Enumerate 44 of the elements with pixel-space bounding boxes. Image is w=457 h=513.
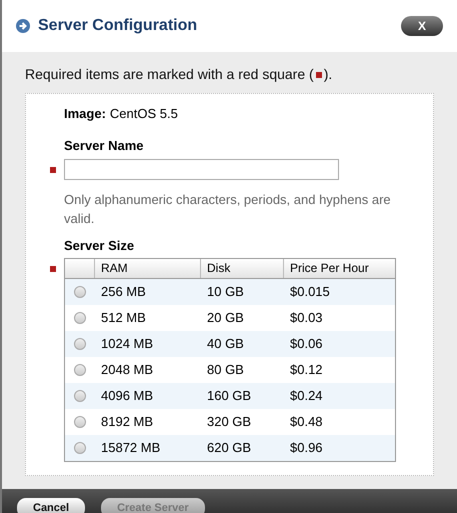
image-value: CentOS 5.5 bbox=[110, 105, 178, 123]
table-cell-text: 80 GB bbox=[206, 360, 245, 379]
radio-button[interactable] bbox=[74, 390, 86, 402]
dialog-title: Server Configuration bbox=[38, 16, 198, 36]
dialog-button[interactable]: Cancel bbox=[17, 498, 86, 513]
legend-text: Required items are marked with a red square ( bbox=[25, 65, 314, 84]
column-header: Disk bbox=[201, 258, 284, 278]
table-cell-text: 256 MB bbox=[100, 282, 147, 301]
table-cell-text: $0.24 bbox=[289, 386, 324, 405]
radio-button[interactable] bbox=[74, 312, 86, 324]
table-cell-text: 40 GB bbox=[206, 334, 245, 353]
table-cell-text: 2048 MB bbox=[100, 360, 154, 379]
table-cell-text: $0.015 bbox=[289, 282, 331, 301]
field-label: Server Size bbox=[64, 237, 134, 255]
table-cell-text: 512 MB bbox=[100, 308, 147, 327]
column-header: Price Per Hour bbox=[289, 260, 370, 277]
radio-button[interactable] bbox=[74, 442, 86, 454]
table-cell-text: 4096 MB bbox=[100, 386, 154, 405]
square-icon bbox=[316, 72, 322, 78]
table-cell-text: $0.12 bbox=[289, 360, 324, 379]
radio-button[interactable] bbox=[74, 338, 86, 350]
table-cell-text: 620 GB bbox=[206, 438, 252, 457]
table-cell-text: $0.96 bbox=[289, 438, 324, 457]
radio-button[interactable] bbox=[74, 416, 86, 428]
table-cell-text: $0.03 bbox=[289, 308, 324, 327]
table-cell-text: 15872 MB bbox=[100, 438, 162, 457]
table-cell-text: 10 GB bbox=[206, 282, 245, 301]
radio-button[interactable] bbox=[74, 364, 86, 376]
table-cell-text: 1024 MB bbox=[100, 334, 154, 353]
hint-text: Only alphanumeric characters, periods, and hyphens are valid. bbox=[64, 191, 392, 228]
arrow-circle-icon bbox=[16, 19, 30, 33]
table-cell-text: $0.48 bbox=[289, 412, 324, 431]
field-label: Server Name bbox=[64, 136, 144, 154]
table-cell-text: $0.06 bbox=[289, 334, 324, 353]
column-header: RAM bbox=[95, 258, 201, 278]
table-cell-text: 320 GB bbox=[206, 412, 252, 431]
close-button[interactable]: X bbox=[401, 16, 443, 36]
legend-text: ). bbox=[324, 65, 332, 84]
table-cell-text: 20 GB bbox=[206, 308, 245, 327]
table-cell-text: 8192 MB bbox=[100, 412, 154, 431]
image-label: Image: bbox=[64, 105, 106, 123]
table-cell-text: 160 GB bbox=[206, 386, 252, 405]
radio-button[interactable] bbox=[74, 286, 86, 298]
server-name-field[interactable] bbox=[64, 159, 339, 180]
